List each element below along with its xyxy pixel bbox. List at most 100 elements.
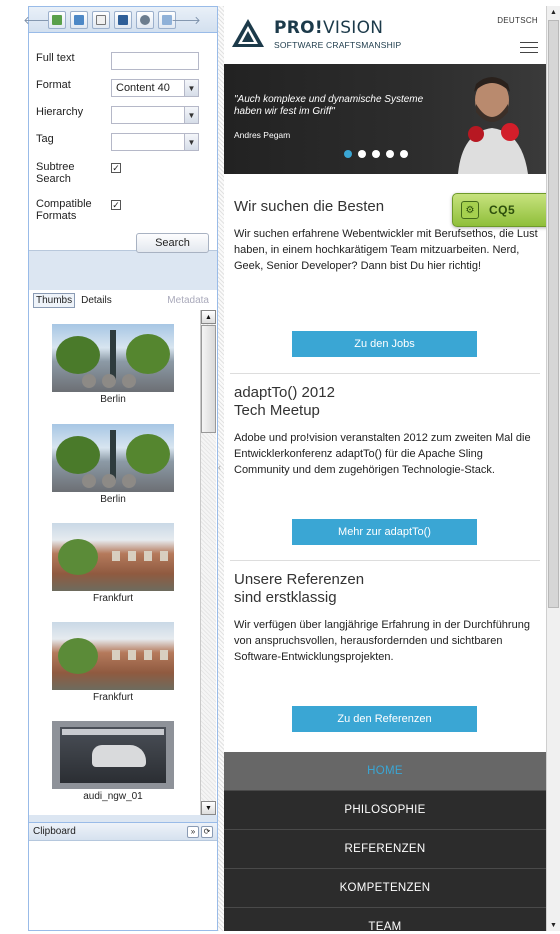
sidekick-panel: 🡐 🡒 Full text Format Content 40 ▼ Hierar… [23,6,218,931]
list-item[interactable]: Berlin [52,424,174,505]
list-item[interactable]: Frankfurt [52,622,174,703]
section-text: Wir verfügen über langjährige Erfahrung … [234,619,530,663]
page-icon[interactable] [48,10,66,29]
list-item[interactable]: audi_ngw_01 [52,721,174,802]
chevron-down-icon[interactable]: ▼ [184,107,198,123]
back-icon[interactable]: 🡐 [23,11,53,29]
tab-thumbs[interactable]: Thumbs [33,292,76,308]
thumb-caption: audi_ngw_01 [83,791,143,802]
chevron-down-icon[interactable]: ▼ [184,134,198,150]
tab-metadata[interactable]: Metadata [165,294,211,307]
compatible-formats-checkbox[interactable]: ✓ [111,200,121,210]
scroll-thumb[interactable] [201,325,216,433]
frankfurt-image [52,523,174,591]
component-icon[interactable] [70,10,88,29]
scroll-up-icon[interactable]: ▲ [547,6,560,18]
slide-dot[interactable] [344,150,352,158]
tab-details[interactable]: Details [79,294,114,307]
nav-item-home[interactable]: HOME [224,752,546,791]
versioning-icon[interactable] [136,10,154,29]
full-text-label: Full text [36,52,75,64]
cq5-label: CQ5 [489,203,516,217]
nav-item-team[interactable]: TEAM [224,908,546,931]
hierarchy-select[interactable]: ▼ [111,106,199,124]
sidekick-toolbar: 🡐 🡒 [23,7,217,33]
collapse-icon[interactable]: » [187,825,199,838]
audi-image [52,721,174,789]
document-icon[interactable] [92,10,110,29]
compatible-label-line2: Formats [36,210,77,222]
tag-label: Tag [36,133,54,145]
brand-name[interactable]: PRO!VISION [274,18,383,38]
subtree-label-line1: Subtree [36,161,75,173]
language-switch[interactable]: DEUTSCH [497,16,538,25]
brand-bold: PRO! [274,18,323,38]
divider [230,373,540,374]
format-value: Content 40 [116,82,170,94]
hero-person-name: Andres Pegam [234,130,291,140]
slide-dot[interactable] [372,150,380,158]
slide-dot[interactable] [400,150,408,158]
hamburger-menu-icon[interactable] [520,42,538,57]
section-text: Adobe und pro!vision veranstalten 2012 z… [234,432,531,476]
full-text-input[interactable] [111,52,199,70]
search-button[interactable]: Search [136,233,209,253]
thumb-caption: Frankfurt [92,692,133,703]
subtree-search-label: Subtree Search [36,161,111,185]
person-photo [458,77,528,174]
scroll-down-icon[interactable]: ▼ [201,801,216,815]
site-header: PRO!VISION SOFTWARE CRAFTSMANSHIP DEUTSC… [224,6,546,64]
brand-thin: VISION [322,18,384,38]
hero-quote: "Auch komplexe und dynamische Systeme ha… [234,94,424,117]
thumbnail-scrollbar[interactable]: ▲ ▼ [200,310,216,815]
berlin-image [52,324,174,392]
list-item[interactable]: Berlin [52,324,174,405]
scroll-thumb[interactable] [548,20,559,608]
thumbnail-list: Berlin Berlin Frankfurt Frankfurt audi_n… [29,310,217,815]
page-scrollbar[interactable]: ▲ ▼ [546,6,560,931]
references-section: Unsere Referenzen sind erstklassig Wir v… [234,571,538,665]
clipboard-header: Clipboard » ⟳ [29,823,217,841]
website-preview: PRO!VISION SOFTWARE CRAFTSMANSHIP DEUTSC… [224,6,546,931]
references-button[interactable]: Zu den Referenzen [292,706,477,732]
cq5-icon: ⚙ [461,201,479,219]
compatible-formats-label: Compatible Formats [36,198,111,222]
slide-dot[interactable] [358,150,366,158]
scroll-up-icon[interactable]: ▲ [201,310,216,324]
adaptto-section: adaptTo() 2012 Tech Meetup Adobe und pro… [234,384,538,478]
view-tabs: Thumbs Details Metadata [29,290,217,310]
section-title: adaptTo() 2012 Tech Meetup [234,384,335,419]
cq5-sidekick-badge[interactable]: ⚙ CQ5 [452,193,560,227]
chevron-down-icon[interactable]: ▼ [184,80,198,96]
clipboard-title: Clipboard [33,826,76,837]
list-item[interactable]: Frankfurt [52,523,174,604]
format-select[interactable]: Content 40 ▼ [111,79,199,97]
thumb-caption: Berlin [100,394,126,405]
subtree-search-checkbox[interactable]: ✓ [111,163,121,173]
adaptto-button[interactable]: Mehr zur adaptTo() [292,519,477,545]
nav-item-kompetenzen[interactable]: KOMPETENZEN [224,869,546,908]
search-form: Full text Format Content 40 ▼ Hierarchy … [29,33,217,251]
refresh-icon[interactable]: ⟳ [201,825,213,838]
nav-item-philosophie[interactable]: PHILOSOPHIE [224,791,546,830]
section-text: Wir suchen erfahrene Webentwickler mit B… [234,228,538,272]
slider-dots [344,150,408,158]
workflow-icon[interactable] [114,10,132,29]
hierarchy-label: Hierarchy [36,106,84,118]
berlin-image [52,424,174,492]
more-arrow-icon[interactable]: 🡒 [171,11,201,29]
provision-logo-icon [232,19,264,47]
thumb-caption: Frankfurt [92,593,133,604]
brand-tagline: SOFTWARE CRAFTSMANSHIP [274,40,402,50]
compatible-label-line1: Compatible [36,198,92,210]
main-nav: HOME PHILOSOPHIE REFERENZEN KOMPETENZEN … [224,752,546,931]
tag-select[interactable]: ▼ [111,133,199,151]
jobs-button[interactable]: Zu den Jobs [292,331,477,357]
scroll-down-icon[interactable]: ▼ [547,919,560,931]
nav-item-referenzen[interactable]: REFERENZEN [224,830,546,869]
divider [230,560,540,561]
slide-dot[interactable] [386,150,394,158]
section-title: Unsere Referenzen sind erstklassig [234,571,365,606]
thumb-caption: Berlin [100,494,126,505]
format-label: Format [36,79,71,91]
